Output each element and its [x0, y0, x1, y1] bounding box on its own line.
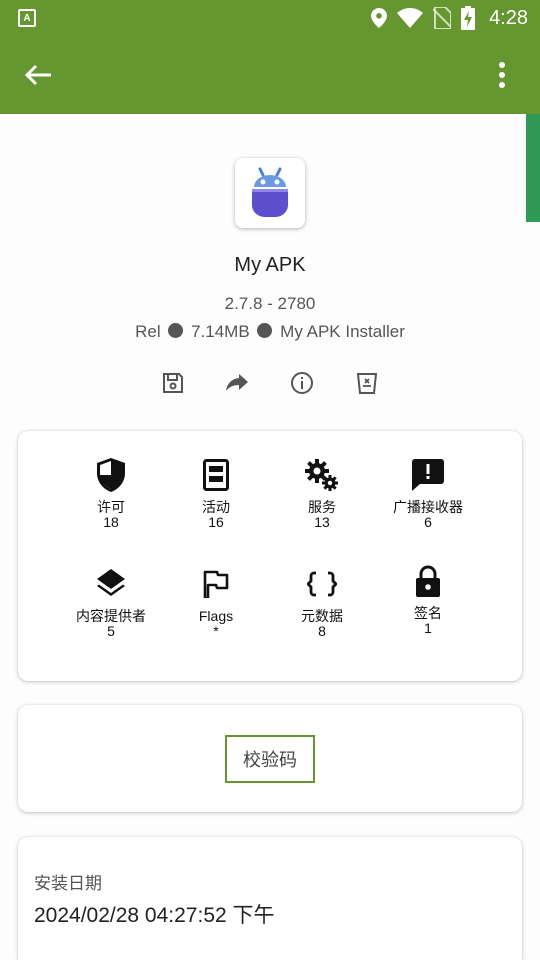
component-count: 6 [424, 514, 432, 530]
battery-charging-icon [461, 6, 476, 30]
app-version: 2.7.8 - 2780 [224, 294, 316, 313]
app-meta: Rel 7.14MB My APK Installer [0, 322, 540, 342]
checksum-card: 校验码 [18, 705, 522, 812]
component-flags[interactable]: Flags * [161, 564, 271, 639]
uninstall-button[interactable] [352, 368, 382, 398]
component-label: 元数据 [301, 608, 343, 624]
flag-icon [203, 570, 229, 598]
component-label: 签名 [414, 605, 442, 621]
separator-dot [168, 323, 184, 338]
component-signatures[interactable]: 签名 1 [373, 561, 483, 636]
trash-icon [357, 373, 377, 394]
app-size: 7.14MB [191, 322, 250, 341]
no-sim-icon [433, 7, 452, 29]
wifi-icon [397, 8, 424, 28]
broadcast-icon [412, 459, 444, 491]
component-label: 广播接收器 [393, 499, 463, 515]
component-label: 许可 [97, 499, 125, 515]
component-count: 1 [424, 620, 432, 636]
component-count: 16 [208, 514, 224, 530]
component-label: 服务 [308, 499, 336, 515]
component-count: 8 [318, 623, 326, 639]
component-label: 活动 [202, 499, 230, 515]
status-bar: A 4:28 [0, 0, 540, 36]
component-label: Flags [198, 608, 234, 624]
back-button[interactable] [18, 55, 58, 95]
component-receivers[interactable]: 广播接收器 6 [373, 455, 483, 530]
component-count: 5 [107, 623, 115, 639]
save-icon [163, 373, 183, 393]
app-icon [235, 158, 305, 228]
checksum-button[interactable]: 校验码 [225, 735, 315, 783]
install-date-value: 2024/02/28 04:27:52 下午 [34, 904, 275, 927]
scroll-indicator[interactable] [526, 114, 540, 222]
gears-icon [305, 459, 338, 491]
component-metadata[interactable]: 元数据 8 [267, 564, 377, 639]
component-count: * [213, 623, 219, 639]
more-vert-icon [499, 62, 505, 88]
info-button[interactable] [287, 368, 317, 398]
app-bar [0, 36, 540, 114]
component-label: 内容提供者 [76, 608, 146, 624]
notification-icon: A [18, 9, 36, 27]
installer-name: My APK Installer [280, 322, 405, 341]
clock: 4:28 [489, 6, 528, 29]
activity-icon [203, 459, 229, 491]
shield-icon [97, 458, 125, 492]
component-count: 13 [314, 514, 330, 530]
build-type: Rel [135, 322, 161, 341]
action-row [0, 368, 540, 398]
location-icon [371, 8, 388, 28]
share-icon [226, 374, 248, 391]
status-icons: 4:28 [371, 6, 528, 30]
info-icon [291, 372, 313, 394]
back-arrow-icon [24, 64, 51, 86]
components-card: 许可 18 活动 16 服务 13 广播接收器 6 内容提供者 5 Flags … [18, 431, 522, 681]
lock-icon [416, 565, 440, 597]
component-count: 18 [103, 514, 119, 530]
share-button[interactable] [222, 368, 252, 398]
component-providers[interactable]: 内容提供者 5 [56, 564, 166, 639]
braces-icon [307, 571, 337, 597]
separator-dot [257, 323, 273, 338]
android-robot-icon [252, 167, 288, 217]
component-permissions[interactable]: 许可 18 [56, 455, 166, 530]
component-activities[interactable]: 活动 16 [161, 455, 271, 530]
component-services[interactable]: 服务 13 [267, 455, 377, 530]
layers-icon [97, 569, 125, 596]
more-options-button[interactable] [482, 55, 522, 95]
install-date-label: 安装日期 [34, 874, 102, 893]
install-date-card: 安装日期 2024/02/28 04:27:52 下午 [18, 837, 522, 960]
save-button[interactable] [158, 368, 188, 398]
app-name: My APK [234, 254, 306, 276]
